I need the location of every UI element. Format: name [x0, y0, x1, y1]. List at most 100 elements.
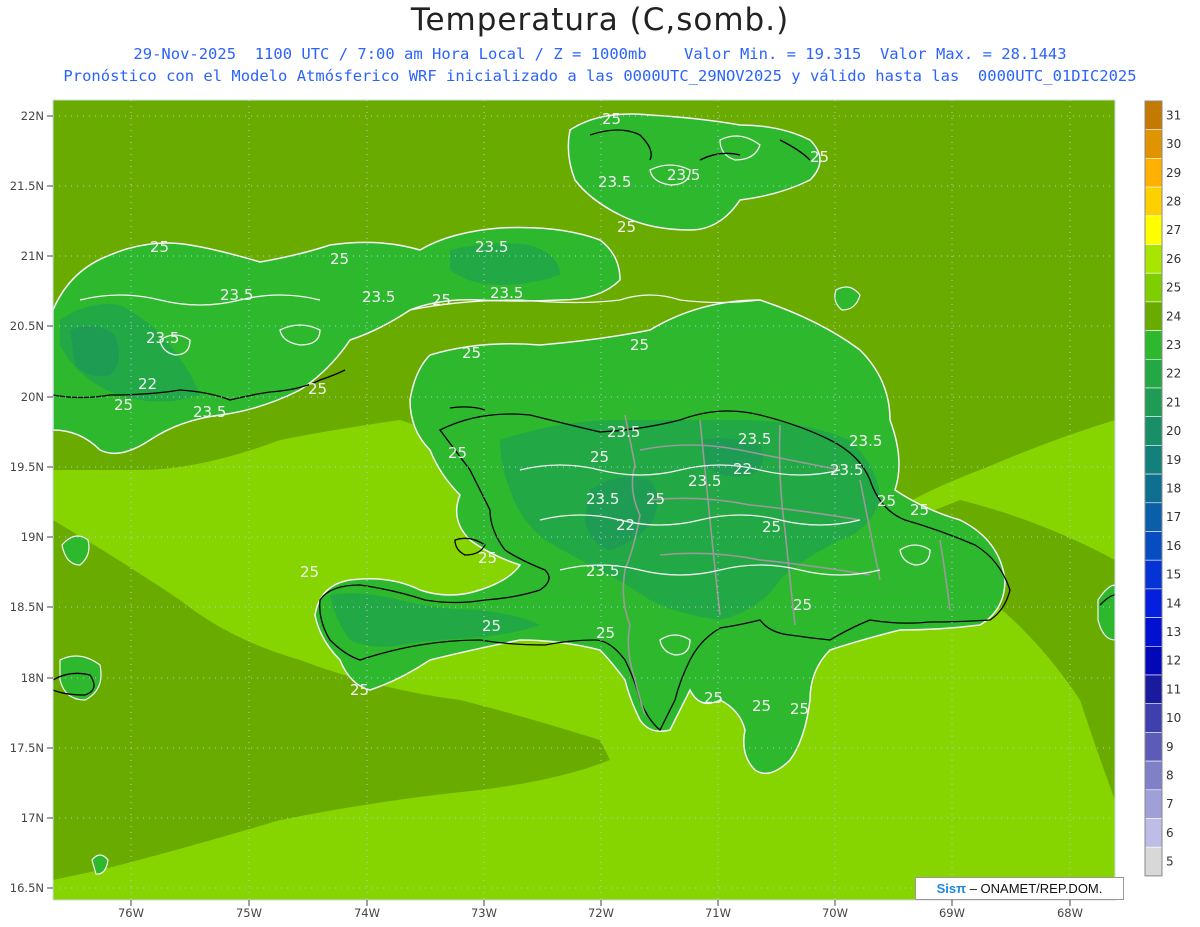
lat-tick-label: 16.5N [10, 881, 44, 895]
legend-swatch [1144, 588, 1163, 618]
contour-label: 25 [630, 336, 649, 354]
contour-label: 25 [330, 250, 349, 268]
latitude-axis: 22N 21.5N 21N 20.5N 20N 19.5N 19N 18.5N … [10, 109, 44, 895]
legend-swatch [1144, 129, 1163, 159]
legend-label: 30 [1166, 137, 1181, 151]
legend-swatch [1144, 100, 1163, 131]
legend-swatch [1144, 186, 1163, 217]
legend-label: 17 [1166, 510, 1181, 524]
lat-tick-label: 19N [21, 530, 44, 544]
legend-label: 24 [1166, 309, 1181, 323]
contour-label: 25 [448, 444, 467, 462]
contour-label: 25 [646, 490, 665, 508]
lon-tick-label: 68W [1057, 906, 1083, 920]
legend-swatch [1144, 732, 1163, 762]
legend-label: 25 [1166, 281, 1181, 295]
contour-label: 23.5 [490, 284, 523, 302]
legend-label: 11 [1166, 682, 1181, 696]
contour-label: 25 [432, 291, 451, 309]
legend-label: 12 [1166, 654, 1181, 668]
contour-label: 23.5 [220, 286, 253, 304]
legend-swatch [1144, 502, 1163, 532]
lon-tick-label: 74W [354, 906, 380, 920]
contour-label: 25 [300, 563, 319, 581]
contour-label: 25 [114, 396, 133, 414]
legend-swatch [1144, 244, 1163, 274]
contour-label: 25 [790, 700, 809, 718]
contour-label: 25 [596, 624, 615, 642]
contour-label: 25 [602, 110, 621, 128]
contour-label: 23.5 [688, 472, 721, 490]
contour-label: 25 [150, 238, 169, 256]
legend-swatch [1144, 617, 1163, 647]
contour-label: 25 [752, 697, 771, 715]
contour-label: 25 [350, 681, 369, 699]
contour-label: 23.5 [193, 403, 226, 421]
contour-label: 23.5 [830, 461, 863, 479]
legend-swatch [1144, 416, 1163, 446]
map-field: 25 23.5 25 25 23.5 23.5 25 25 23.5 23.5 … [53, 100, 1115, 900]
legend-swatch [1144, 272, 1163, 303]
contour-label: 25 [877, 492, 896, 510]
legend-label: 20 [1166, 424, 1181, 438]
contour-label: 25 [462, 344, 481, 362]
cuba-west-coast [53, 213, 54, 215]
legend-swatch [1144, 301, 1163, 331]
contour-label: 23.5 [738, 430, 771, 448]
contour-label: 23.5 [607, 423, 640, 441]
contour-label: 22 [616, 516, 635, 534]
credit-box: Sisπ – ONAMET/REP.DOM. [915, 877, 1124, 900]
contour-label: 23.5 [146, 329, 179, 347]
contour-label: 25 [617, 218, 636, 236]
contour-label: 23.5 [667, 166, 700, 184]
color-legend: 31 30 29 28 27 26 25 24 23 22 21 20 19 18 17 16 15 14 13 12… [1144, 100, 1181, 877]
legend-swatch [1144, 473, 1163, 504]
legend-swatch [1144, 531, 1163, 561]
legend-swatch [1144, 703, 1163, 733]
legend-swatch [1144, 674, 1163, 705]
legend-swatch [1144, 158, 1163, 188]
legend-label: 10 [1166, 711, 1181, 725]
contour-label: 23.5 [849, 432, 882, 450]
sispi-logo: Sisπ [936, 881, 967, 896]
contour-label: 25 [793, 596, 812, 614]
legend-swatch [1144, 445, 1163, 475]
lat-tick-label: 21N [21, 249, 44, 263]
temperature-map: 25 23.5 25 25 23.5 23.5 25 25 23.5 23.5 … [10, 99, 1181, 920]
contour-label: 25 [704, 689, 723, 707]
legend-label: 9 [1166, 740, 1174, 754]
lat-tick-label: 18N [21, 671, 44, 685]
legend-label: 7 [1166, 797, 1174, 811]
legend-label: 18 [1166, 481, 1181, 495]
legend-swatch [1144, 387, 1163, 418]
lat-tick-label: 17N [21, 811, 44, 825]
lat-tick-label: 20.5N [10, 319, 44, 333]
legend-label: 13 [1166, 625, 1181, 639]
lat-tick-marks [47, 115, 53, 889]
contour-label: 23.5 [598, 173, 631, 191]
lat-tick-label: 22N [21, 109, 44, 123]
lon-tick-label: 75W [236, 906, 262, 920]
legend-label: 27 [1166, 223, 1181, 237]
legend-label: 23 [1166, 338, 1181, 352]
legend-label: 19 [1166, 453, 1181, 467]
lon-tick-marks [130, 900, 1071, 906]
legend-swatch [1144, 789, 1163, 819]
legend-label: 6 [1166, 826, 1174, 840]
legend-label: 21 [1166, 395, 1181, 409]
lon-tick-label: 70W [822, 906, 848, 920]
lat-tick-label: 18.5N [10, 600, 44, 614]
lat-tick-label: 19.5N [10, 460, 44, 474]
legend-swatch [1144, 215, 1163, 245]
legend-swatch [1144, 645, 1163, 676]
legend-label: 28 [1166, 194, 1181, 208]
contour-label: 25 [910, 501, 929, 519]
legend-label: 14 [1166, 596, 1181, 610]
legend-label: 26 [1166, 252, 1181, 266]
contour-label: 25 [478, 549, 497, 567]
legend-label: 31 [1166, 108, 1181, 122]
legend-swatch [1144, 846, 1163, 877]
lon-tick-label: 73W [471, 906, 497, 920]
legend-label: 22 [1166, 367, 1181, 381]
legend-swatch [1144, 330, 1163, 360]
